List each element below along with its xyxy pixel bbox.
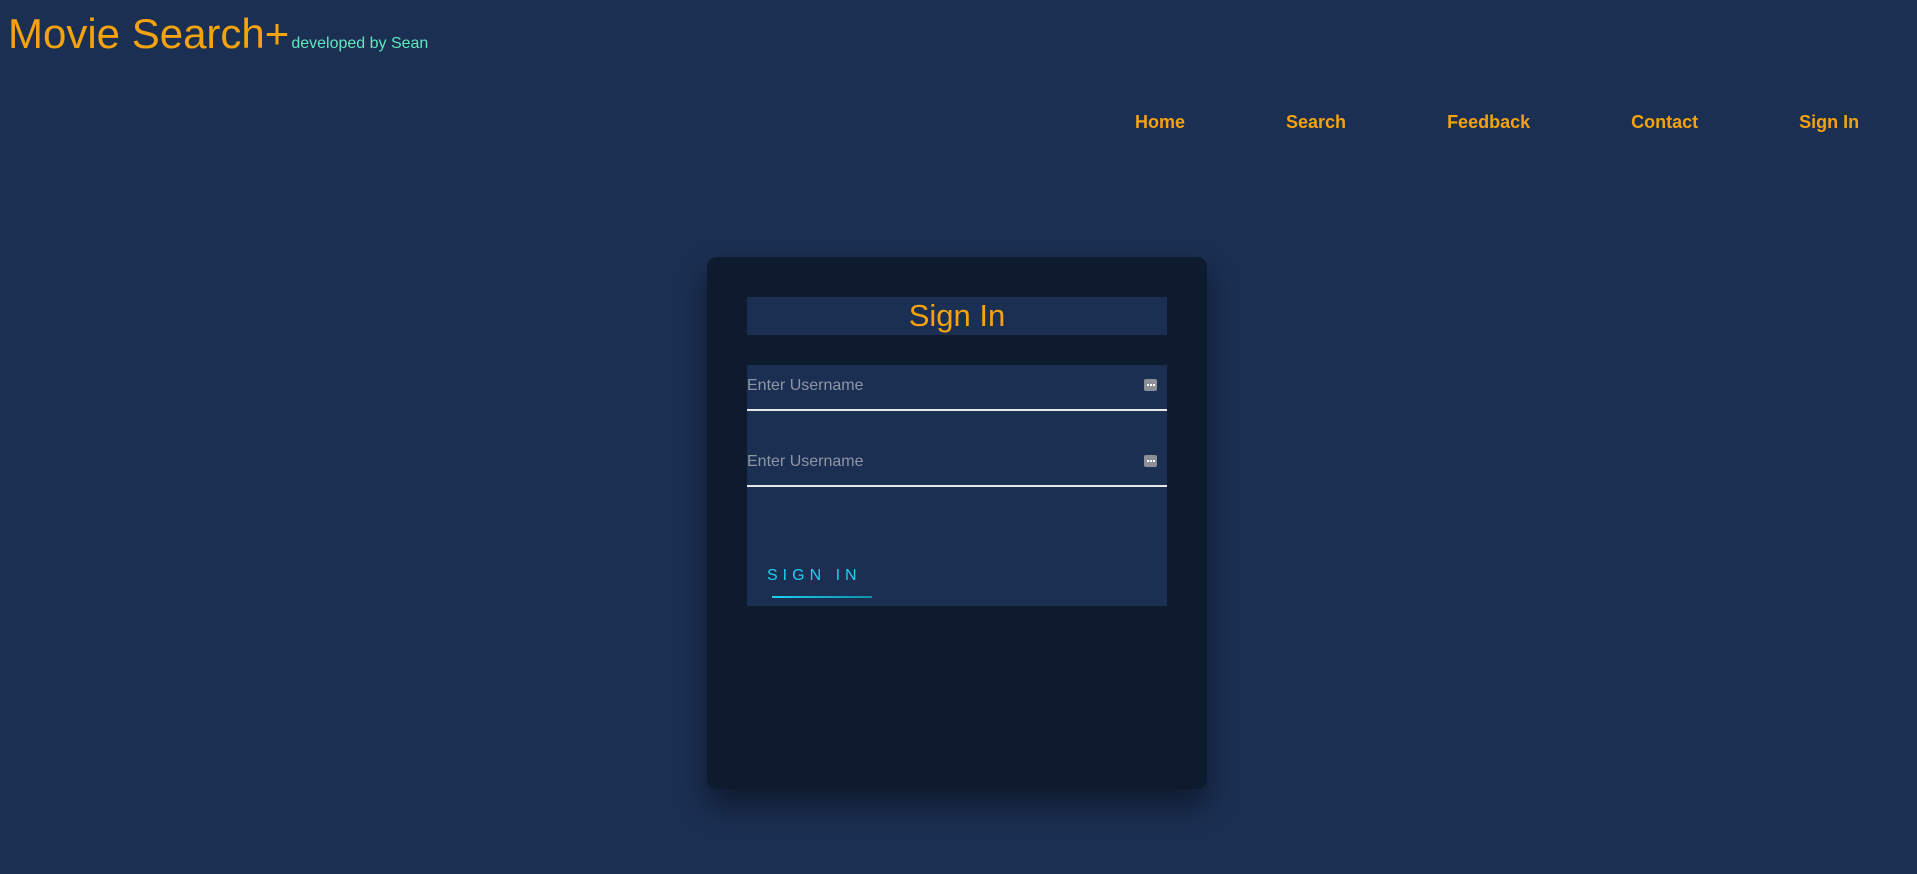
sign-in-button[interactable]: SIGN IN (767, 567, 862, 585)
nav-link-home[interactable]: Home (1135, 112, 1185, 133)
nav-link-contact[interactable]: Contact (1631, 112, 1698, 133)
username-field (747, 365, 1167, 411)
main-nav: Home Search Feedback Contact Sign In (1135, 112, 1859, 133)
nav-link-search[interactable]: Search (1286, 112, 1346, 133)
username-input[interactable] (747, 365, 1127, 407)
password-field (747, 441, 1167, 487)
app-subtitle: developed by Sean (291, 35, 429, 52)
signin-form: Sign In SIGN IN (747, 297, 1167, 606)
autofill-key-icon[interactable] (1144, 379, 1157, 391)
brand: Movie Search+ developed by Sean (8, 8, 428, 60)
app-title: Movie Search+ (8, 10, 290, 57)
nav-link-feedback[interactable]: Feedback (1447, 112, 1530, 133)
sign-in-button-underline (772, 596, 872, 598)
password-input[interactable] (747, 441, 1127, 483)
signin-title: Sign In (747, 297, 1167, 335)
signin-card: Sign In SIGN IN (707, 257, 1207, 789)
form-spacer (747, 335, 1167, 365)
autofill-key-icon[interactable] (1144, 455, 1157, 467)
nav-link-sign-in[interactable]: Sign In (1799, 112, 1859, 133)
